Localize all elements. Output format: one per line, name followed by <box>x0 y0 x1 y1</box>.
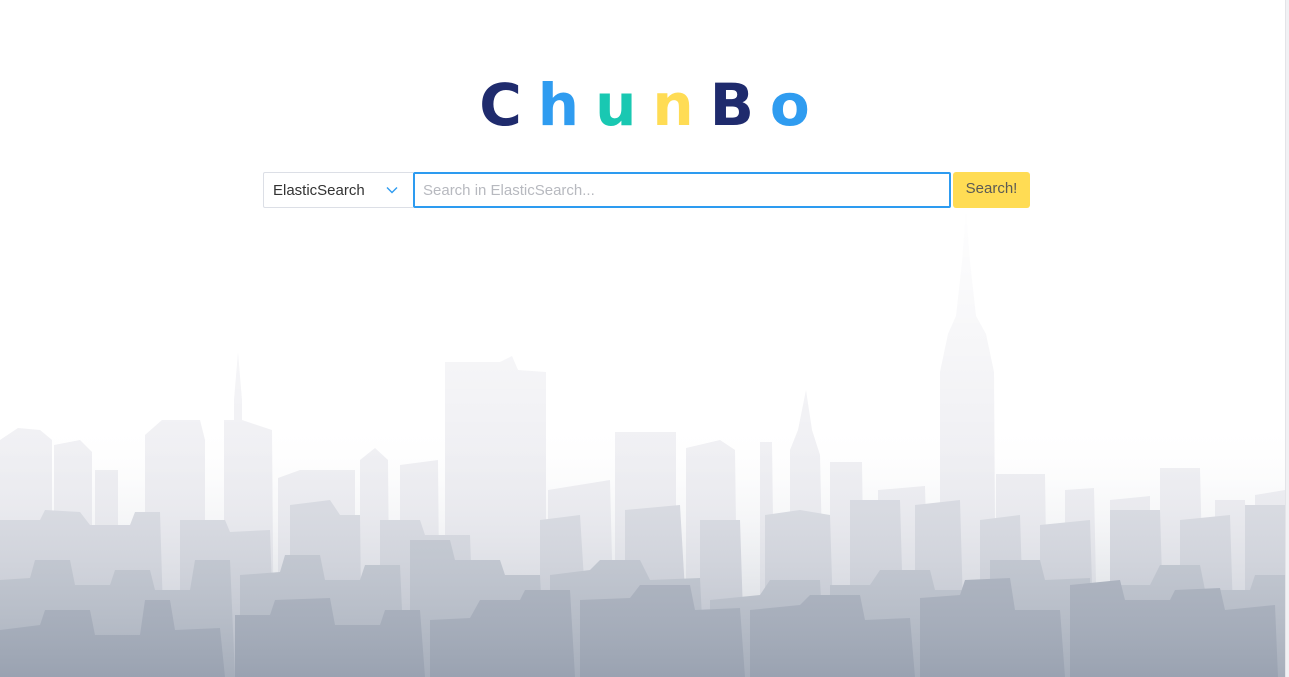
logo-letter-u: u <box>595 71 637 139</box>
search-bar: ElasticSearch Search! <box>263 172 1030 208</box>
ground-haze <box>0 430 1289 677</box>
logo-letter-n: n <box>652 71 694 139</box>
search-engine-select[interactable]: ElasticSearch <box>263 172 413 208</box>
search-page: ChunBo ElasticSearch Search! <box>0 0 1289 677</box>
search-input[interactable] <box>413 172 951 208</box>
logo-letter-c: C <box>479 71 522 139</box>
chunbo-logo: ChunBo <box>0 72 1289 138</box>
logo-letter-o: o <box>769 71 810 139</box>
search-engine-selected-label: ElasticSearch <box>273 181 365 199</box>
logo-letter-h: h <box>537 71 580 139</box>
search-button[interactable]: Search! <box>953 172 1030 208</box>
chevron-down-icon <box>385 183 399 197</box>
logo-letter-b: B <box>709 71 754 139</box>
